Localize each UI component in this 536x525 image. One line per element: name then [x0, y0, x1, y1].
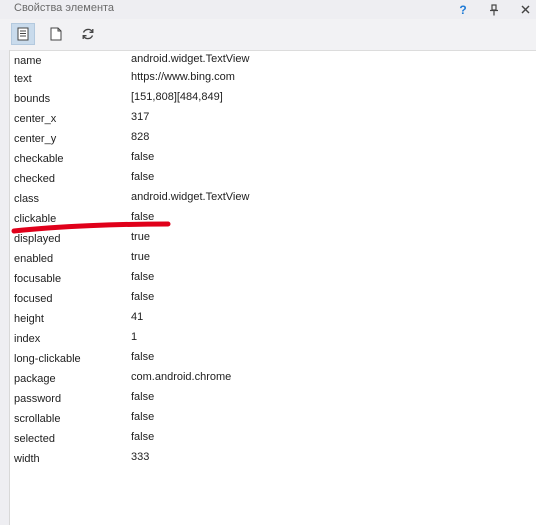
property-name: long-clickable	[14, 353, 81, 365]
property-row[interactable]: index 1	[10, 328, 536, 348]
property-name: displayed	[14, 233, 61, 245]
property-value[interactable]: [151,808][484,849]	[131, 91, 223, 103]
properties-grid: name android.widget.TextView text https://w…	[10, 50, 536, 468]
property-value[interactable]: 828	[131, 131, 149, 143]
property-row[interactable]: height 41	[10, 308, 536, 328]
pin-icon[interactable]	[484, 0, 504, 19]
property-name: center_y	[14, 133, 57, 145]
property-value[interactable]: false	[131, 351, 154, 363]
property-name: checkable	[14, 153, 64, 165]
property-row[interactable]: text https://www.bing.com	[10, 68, 536, 88]
property-value[interactable]: 317	[131, 111, 149, 123]
property-value[interactable]: 333	[131, 451, 149, 463]
property-row[interactable]: focused false	[10, 288, 536, 308]
property-name: class	[14, 193, 40, 205]
refresh-icon[interactable]	[76, 23, 100, 45]
property-name: package	[14, 373, 56, 385]
property-row[interactable]: clickable false	[10, 208, 536, 228]
property-name: enabled	[14, 253, 54, 265]
property-name: name	[14, 55, 42, 67]
property-row[interactable]: class android.widget.TextView	[10, 188, 536, 208]
left-gutter	[0, 50, 10, 525]
property-name: clickable	[14, 213, 57, 225]
property-row[interactable]: checkable false	[10, 148, 536, 168]
property-name: text	[14, 73, 32, 85]
property-row[interactable]: width 333	[10, 448, 536, 468]
property-value[interactable]: false	[131, 291, 154, 303]
property-name: focused	[14, 293, 53, 305]
property-row[interactable]: displayed true	[10, 228, 536, 248]
property-name: index	[14, 333, 41, 345]
property-name: focusable	[14, 273, 62, 285]
property-value[interactable]: false	[131, 211, 154, 223]
property-name: width	[14, 453, 40, 465]
property-row[interactable]: checked false	[10, 168, 536, 188]
property-row[interactable]: long-clickable false	[10, 348, 536, 368]
property-name: selected	[14, 433, 55, 445]
property-value[interactable]: false	[131, 271, 154, 283]
toolbar	[0, 19, 536, 51]
property-row[interactable]: center_x 317	[10, 108, 536, 128]
property-name: checked	[14, 173, 55, 185]
property-name: scrollable	[14, 413, 61, 425]
window-title: Свойства элемента	[14, 2, 115, 14]
property-value[interactable]: android.widget.TextView	[131, 53, 249, 65]
property-row[interactable]: bounds [151,808][484,849]	[10, 88, 536, 108]
property-row[interactable]: focusable false	[10, 268, 536, 288]
property-row[interactable]: selected false	[10, 428, 536, 448]
property-name: center_x	[14, 113, 57, 125]
property-row[interactable]: package com.android.chrome	[10, 368, 536, 388]
property-row[interactable]: name android.widget.TextView	[10, 50, 536, 68]
property-value[interactable]: false	[131, 151, 154, 163]
property-value[interactable]: 41	[131, 311, 143, 323]
property-value[interactable]: com.android.chrome	[131, 371, 231, 383]
property-value[interactable]: true	[131, 251, 150, 263]
property-value[interactable]: false	[131, 411, 154, 423]
properties-icon[interactable]	[11, 23, 35, 45]
property-value[interactable]: true	[131, 231, 150, 243]
property-row[interactable]: center_y 828	[10, 128, 536, 148]
property-value[interactable]: false	[131, 391, 154, 403]
property-value[interactable]: https://www.bing.com	[131, 71, 235, 83]
title-bar: Свойства элемента ?	[0, 0, 536, 19]
property-value[interactable]: false	[131, 171, 154, 183]
help-button[interactable]: ?	[453, 0, 473, 19]
property-row[interactable]: password false	[10, 388, 536, 408]
property-row[interactable]: scrollable false	[10, 408, 536, 428]
property-row[interactable]: enabled true	[10, 248, 536, 268]
property-value[interactable]: 1	[131, 331, 137, 343]
close-icon[interactable]	[515, 0, 535, 19]
property-value[interactable]: android.widget.TextView	[131, 191, 249, 203]
page-icon[interactable]	[44, 23, 68, 45]
property-name: bounds	[14, 93, 51, 105]
property-name: password	[14, 393, 62, 405]
property-value[interactable]: false	[131, 431, 154, 443]
property-name: height	[14, 313, 44, 325]
